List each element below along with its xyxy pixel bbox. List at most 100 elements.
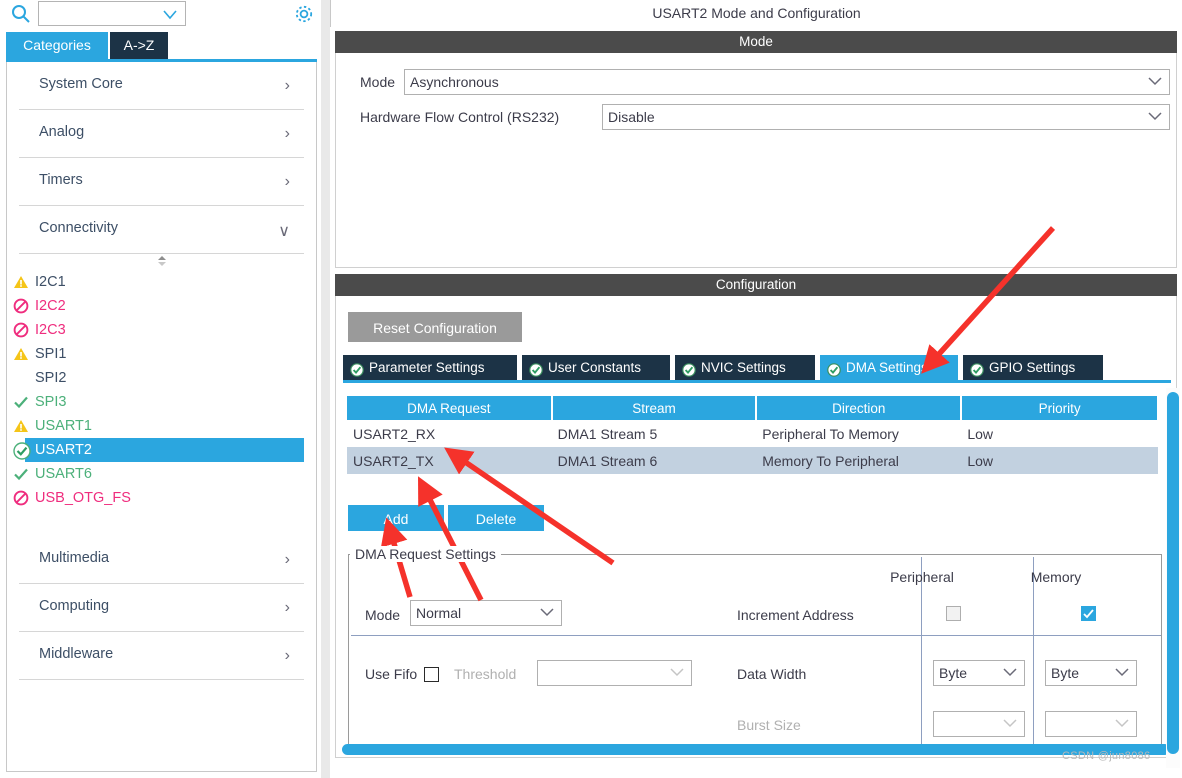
sidebar-item-spi1[interactable]: SPI1 xyxy=(7,342,316,366)
cell-priority: Low xyxy=(961,447,1158,474)
memory-column-header: Memory xyxy=(1030,569,1082,585)
chevron-down-icon[interactable] xyxy=(1003,661,1017,685)
hardware-flow-control-select[interactable]: Disable xyxy=(602,104,1170,130)
sidebar-item-usart1[interactable]: USART1 xyxy=(7,414,316,438)
disabled-status-icon xyxy=(13,490,29,506)
burst-size-memory-select[interactable] xyxy=(1045,711,1137,737)
table-row[interactable]: USART2_TX DMA1 Stream 6 Memory To Peripher… xyxy=(347,447,1158,474)
sidebar-item-label: Middleware xyxy=(39,646,114,662)
tab-categories[interactable]: Categories xyxy=(6,32,108,59)
search-icon xyxy=(10,3,32,25)
column-divider-memory xyxy=(1033,557,1034,753)
warning-status-icon xyxy=(13,274,29,290)
configuration-panel: USART2 Mode and Configuration Mode Mode … xyxy=(330,0,1182,778)
column-header[interactable]: Stream xyxy=(551,396,758,420)
chevron-right-icon: › xyxy=(284,77,290,94)
chevron-down-icon[interactable] xyxy=(1115,661,1129,685)
dma-request-settings-group: Peripheral Memory Mode Normal Increment … xyxy=(348,554,1162,754)
cell-stream: DMA1 Stream 6 xyxy=(551,447,757,474)
increment-address-peripheral-checkbox[interactable] xyxy=(946,606,961,621)
tab-user-constants[interactable]: User Constants xyxy=(522,355,670,380)
sidebar-item-usart6[interactable]: USART6 xyxy=(7,462,316,486)
mode-label: Mode xyxy=(365,607,401,623)
burst-size-peripheral-select[interactable] xyxy=(933,711,1025,737)
sidebar-item-usb_otg_fs[interactable]: USB_OTG_FS xyxy=(7,486,316,510)
chevron-down-icon[interactable] xyxy=(1115,712,1129,736)
sidebar-item-label: I2C3 xyxy=(35,322,66,338)
chevron-right-icon: › xyxy=(284,647,290,664)
tree-splitter-handle[interactable] xyxy=(7,254,316,268)
reset-configuration-button[interactable]: Reset Configuration xyxy=(348,312,522,342)
column-header[interactable]: Direction xyxy=(756,396,963,420)
tab-dma-settings[interactable]: DMA Settings xyxy=(820,355,958,380)
dma-mode-select[interactable]: Normal xyxy=(410,600,562,626)
mode-section-header: Mode xyxy=(335,31,1177,53)
sidebar-item-label: SPI3 xyxy=(35,394,67,410)
data-width-memory-select[interactable]: Byte xyxy=(1045,660,1137,686)
chevron-down-icon[interactable] xyxy=(1148,70,1162,94)
cell-request: USART2_TX xyxy=(347,447,552,474)
data-width-label: Data Width xyxy=(737,666,807,682)
sidebar-item-analog[interactable]: Analog › xyxy=(19,110,304,158)
hardware-flow-control-value: Disable xyxy=(608,109,655,125)
vertical-scrollbar-thumb[interactable] xyxy=(1167,392,1179,754)
peripheral-tree: System Core › Analog › Timers › Connecti… xyxy=(6,62,317,772)
sidebar-item-timers[interactable]: Timers › xyxy=(19,158,304,206)
tab-gpio-settings[interactable]: GPIO Settings xyxy=(963,355,1103,380)
chevron-down-icon[interactable] xyxy=(163,8,177,23)
tabs-underline xyxy=(343,380,1171,383)
column-header[interactable]: Priority xyxy=(961,396,1159,420)
sidebar-item-i2c3[interactable]: I2C3 xyxy=(7,318,316,342)
column-header[interactable]: DMA Request xyxy=(347,396,553,420)
sidebar-item-label: Timers xyxy=(39,172,83,188)
cell-direction: Peripheral To Memory xyxy=(756,420,962,447)
tab-a-to-z[interactable]: A->Z xyxy=(110,32,168,59)
dma-mode-value: Normal xyxy=(416,605,462,621)
use-fifo-checkbox[interactable] xyxy=(424,667,439,682)
search-input-field[interactable] xyxy=(43,5,165,22)
column-divider-peripheral xyxy=(921,557,922,753)
connectivity-peripheral-list: I2C1 I2C2 I2C3 SPI1 SPI2 SPI3 USART1 USART2 USAR… xyxy=(7,268,316,510)
sidebar-item-label: USART6 xyxy=(35,466,92,482)
chevron-down-icon[interactable] xyxy=(540,601,554,625)
table-row[interactable]: USART2_RX DMA1 Stream 5 Peripheral To Memo… xyxy=(347,420,1158,447)
gear-icon[interactable] xyxy=(292,2,316,26)
sidebar-item-spi2[interactable]: SPI2 xyxy=(7,366,316,390)
chevron-right-icon: › xyxy=(284,551,290,568)
sidebar-item-middleware[interactable]: Middleware › xyxy=(19,632,304,680)
sidebar-item-connectivity[interactable]: Connectivity ∨ xyxy=(19,206,304,254)
sidebar-item-usart2[interactable]: USART2 xyxy=(13,438,304,462)
chevron-down-icon[interactable] xyxy=(670,661,684,685)
mode-section-body: Mode Asynchronous Hardware Flow Control … xyxy=(335,53,1177,268)
disabled-status-icon xyxy=(13,298,29,314)
ok-status-icon xyxy=(13,466,29,482)
dma-request-table[interactable]: DMA Request Stream Direction Priority USART… xyxy=(347,396,1159,474)
horizontal-scrollbar[interactable] xyxy=(342,744,1170,755)
tab-parameter-settings[interactable]: Parameter Settings xyxy=(343,355,517,380)
chevron-down-icon[interactable] xyxy=(1148,105,1162,129)
mode-select-value: Asynchronous xyxy=(410,74,499,90)
sidebar-item-i2c1[interactable]: I2C1 xyxy=(7,270,316,294)
chevron-down-icon[interactable] xyxy=(1003,712,1017,736)
search-input[interactable] xyxy=(38,1,186,26)
sidebar-item-label: I2C1 xyxy=(35,274,66,290)
mode-field-label: Mode xyxy=(360,74,396,90)
sidebar-scroll-gutter[interactable] xyxy=(321,0,330,778)
mode-select[interactable]: Asynchronous xyxy=(404,69,1170,95)
sidebar-item-label: I2C2 xyxy=(35,298,66,314)
sidebar-item-label: SPI1 xyxy=(35,346,67,362)
sidebar-item-spi3[interactable]: SPI3 xyxy=(7,390,316,414)
tab-nvic-settings[interactable]: NVIC Settings xyxy=(675,355,815,380)
add-button[interactable]: Add xyxy=(348,505,444,531)
sidebar-item-label: USART2 xyxy=(35,442,92,458)
configuration-section-header: Configuration xyxy=(335,274,1177,296)
sidebar-item-computing[interactable]: Computing › xyxy=(19,584,304,632)
delete-button[interactable]: Delete xyxy=(448,505,544,531)
configuration-section-body: Reset Configuration Parameter Settings Us… xyxy=(335,296,1177,758)
sidebar-item-multimedia[interactable]: Multimedia › xyxy=(19,536,304,584)
data-width-peripheral-select[interactable]: Byte xyxy=(933,660,1025,686)
increment-address-memory-checkbox[interactable] xyxy=(1081,606,1096,621)
sidebar-item-system-core[interactable]: System Core › xyxy=(19,62,304,110)
sidebar-item-i2c2[interactable]: I2C2 xyxy=(7,294,316,318)
threshold-select[interactable] xyxy=(537,660,692,686)
